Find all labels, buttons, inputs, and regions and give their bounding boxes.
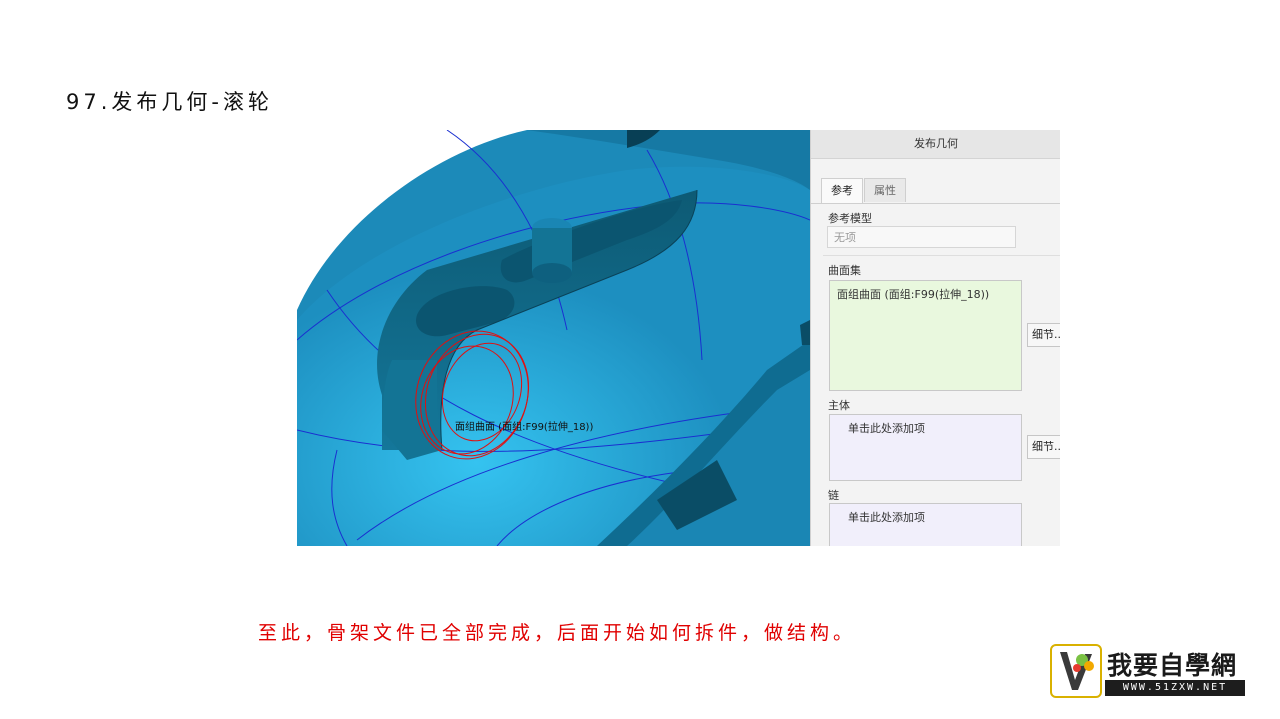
chains-placeholder: 单击此处添加项 — [848, 511, 925, 524]
tab-references[interactable]: 参考 — [821, 178, 863, 203]
slide-note: 至此，骨架文件已全部完成，后面开始如何拆件，做结构。 — [258, 622, 857, 644]
surface-sets-collector[interactable]: 面组曲面 (面组:F99(拉伸_18)) — [829, 280, 1022, 391]
panel-tabs: 参考 属性 — [821, 178, 907, 203]
reference-model-field[interactable]: 无项 — [827, 226, 1016, 248]
tab-properties[interactable]: 属性 — [864, 178, 906, 202]
surface-set-item[interactable]: 面组曲面 (面组:F99(拉伸_18)) — [837, 286, 1014, 302]
slide-title: 97.发布几何-滚轮 — [66, 90, 273, 114]
bodies-label: 主体 — [828, 399, 850, 412]
reference-model-label: 参考模型 — [828, 212, 872, 225]
logo-name: 我要自學網 — [1107, 651, 1238, 680]
chains-collector[interactable]: 单击此处添加项 — [829, 503, 1022, 546]
model-render — [297, 130, 811, 546]
logo-icon — [1050, 644, 1102, 698]
tab-divider — [811, 203, 1060, 204]
bodies-placeholder: 单击此处添加项 — [848, 422, 925, 435]
chains-label: 链 — [828, 489, 839, 502]
brand-logo: 我要自學網 WWW.51ZXW.NET — [1050, 644, 1248, 698]
logo-url: WWW.51ZXW.NET — [1105, 680, 1245, 696]
bodies-details-button[interactable]: 细节... — [1027, 435, 1060, 459]
surface-sets-label: 曲面集 — [828, 264, 861, 277]
surface-annotation: 面组曲面 (面组:F99(拉伸_18)) — [455, 422, 594, 433]
section-divider — [823, 255, 1060, 256]
screenshot-region: 面组曲面 (面组:F99(拉伸_18)) 发布几何 参考 属性 参考模型 无项 … — [297, 130, 1060, 546]
publish-geometry-panel: 发布几何 参考 属性 参考模型 无项 曲面集 面组曲面 (面组:F99(拉伸_1… — [810, 130, 1060, 546]
model-viewport[interactable]: 面组曲面 (面组:F99(拉伸_18)) — [297, 130, 811, 546]
bodies-collector[interactable]: 单击此处添加项 — [829, 414, 1022, 481]
panel-title: 发布几何 — [811, 130, 1060, 159]
surface-sets-details-button[interactable]: 细节... — [1027, 323, 1060, 347]
